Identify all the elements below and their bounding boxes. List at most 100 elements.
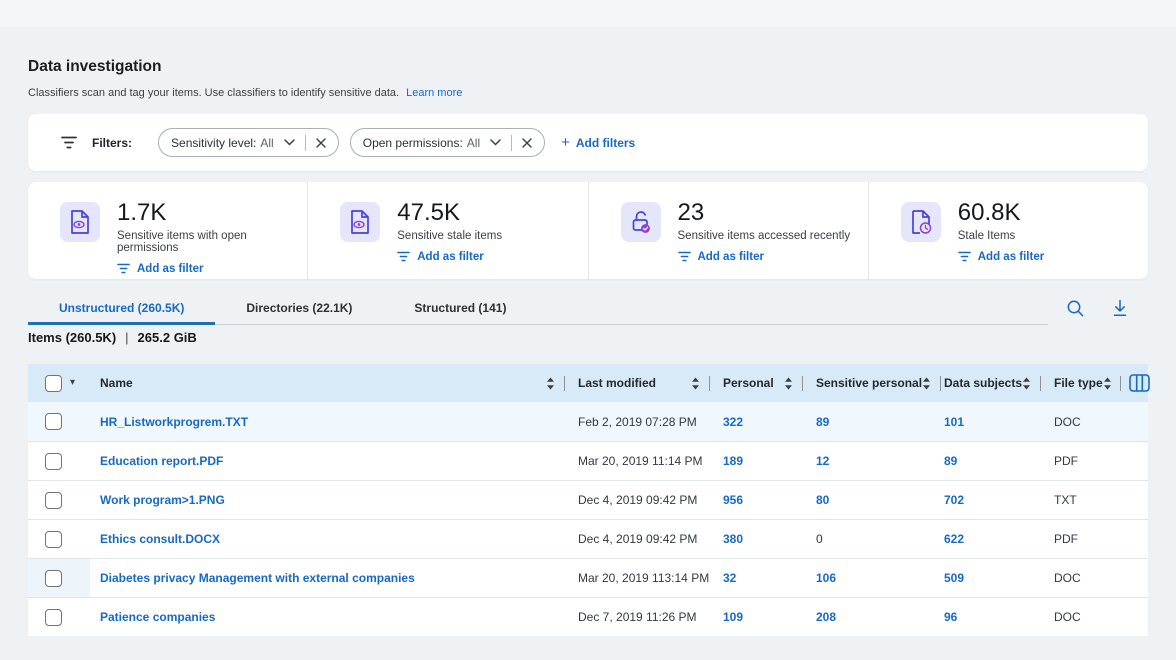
file-name-link[interactable]: Diabetes privacy Management with externa… bbox=[100, 571, 415, 585]
sensitive-personal-count-link: 0 bbox=[816, 532, 823, 546]
row-checkbox-cell bbox=[28, 402, 90, 441]
stat-value: 1.7K bbox=[117, 199, 307, 227]
add-as-filter-link[interactable]: Add as filter bbox=[678, 251, 764, 263]
filter-chips: Sensitivity level: All Open permissions:… bbox=[158, 128, 545, 157]
sensitive-personal-count-link[interactable]: 80 bbox=[816, 493, 829, 507]
select-all-checkbox[interactable] bbox=[45, 375, 62, 392]
column-divider bbox=[802, 376, 803, 391]
row-checkbox[interactable] bbox=[45, 492, 62, 509]
funnel-icon bbox=[117, 263, 130, 274]
funnel-icon bbox=[678, 251, 691, 262]
row-checkbox[interactable] bbox=[45, 609, 62, 626]
filter-chip-sensitivity-level[interactable]: Sensitivity level: All bbox=[158, 128, 339, 157]
stat-card-open-permissions: 1.7K Sensitive items with open permissio… bbox=[28, 182, 307, 279]
file-name-link[interactable]: Ethics consult.DOCX bbox=[100, 532, 220, 546]
search-icon[interactable] bbox=[1066, 299, 1084, 317]
summary-separator: | bbox=[125, 330, 128, 345]
stat-label: Stale Items bbox=[958, 230, 1044, 242]
sensitive-personal-count-link[interactable]: 106 bbox=[816, 571, 836, 585]
funnel-icon bbox=[61, 136, 77, 149]
data-subjects-cell: 96 bbox=[940, 598, 1050, 636]
personal-count-link[interactable]: 322 bbox=[723, 415, 743, 429]
file-name-link[interactable]: Patience companies bbox=[100, 610, 215, 624]
close-icon[interactable] bbox=[316, 138, 326, 148]
tab-structured[interactable]: Structured (141) bbox=[383, 294, 537, 325]
column-header-last-modified: Last modified bbox=[574, 364, 719, 402]
last-modified-cell: Feb 2, 2019 07:28 PM bbox=[574, 402, 719, 441]
data-subjects-count-link[interactable]: 622 bbox=[944, 532, 964, 546]
personal-count-link[interactable]: 380 bbox=[723, 532, 743, 546]
data-subjects-count-link[interactable]: 89 bbox=[944, 454, 957, 468]
row-checkbox-cell bbox=[28, 598, 90, 636]
last-modified-cell: Dec 4, 2019 09:42 PM bbox=[574, 481, 719, 519]
file-type-cell: DOC bbox=[1050, 598, 1148, 636]
file-name-link[interactable]: Work program>1.PNG bbox=[100, 493, 225, 507]
personal-count-link[interactable]: 32 bbox=[723, 571, 736, 585]
personal-count-link[interactable]: 956 bbox=[723, 493, 743, 507]
sensitive-personal-count-link[interactable]: 89 bbox=[816, 415, 829, 429]
sort-icon[interactable] bbox=[691, 377, 700, 390]
stat-label: Sensitive items with open permissions bbox=[117, 230, 307, 254]
name-cell: Patience companies bbox=[90, 598, 574, 636]
chevron-down-icon[interactable] bbox=[490, 139, 501, 146]
checkbox-menu-caret-icon[interactable]: ▾ bbox=[70, 378, 75, 388]
add-as-filter-link[interactable]: Add as filter bbox=[958, 251, 1044, 263]
stat-value: 23 bbox=[678, 199, 851, 227]
table-row: Education report.PDF Mar 20, 2019 11:14 … bbox=[28, 441, 1148, 480]
table-row: Ethics consult.DOCX Dec 4, 2019 09:42 PM… bbox=[28, 519, 1148, 558]
file-type-cell: DOC bbox=[1050, 402, 1148, 441]
name-cell: Education report.PDF bbox=[90, 442, 574, 480]
sort-icon[interactable] bbox=[1103, 377, 1112, 390]
data-subjects-cell: 101 bbox=[940, 402, 1050, 441]
download-icon[interactable] bbox=[1112, 299, 1128, 317]
personal-cell: 189 bbox=[719, 442, 812, 480]
row-checkbox[interactable] bbox=[45, 453, 62, 470]
sort-icon[interactable] bbox=[784, 377, 793, 390]
chevron-down-icon[interactable] bbox=[284, 139, 295, 146]
row-checkbox-cell bbox=[28, 481, 90, 519]
filter-chip-open-permissions[interactable]: Open permissions: All bbox=[350, 128, 545, 157]
data-subjects-count-link[interactable]: 101 bbox=[944, 415, 964, 429]
file-name-link[interactable]: Education report.PDF bbox=[100, 454, 223, 468]
filters-label: Filters: bbox=[92, 136, 132, 150]
row-checkbox[interactable] bbox=[45, 413, 62, 430]
columns-icon[interactable] bbox=[1129, 374, 1150, 392]
file-name-link[interactable]: HR_Listworkprogrem.TXT bbox=[100, 415, 248, 429]
add-as-filter-link[interactable]: Add as filter bbox=[117, 263, 203, 275]
page-subtitle: Classifiers scan and tag your items. Use… bbox=[28, 87, 462, 99]
tab-directories[interactable]: Directories (22.1K) bbox=[215, 294, 383, 325]
personal-cell: 322 bbox=[719, 402, 812, 441]
sensitive-personal-count-link[interactable]: 208 bbox=[816, 610, 836, 624]
table-body: HR_Listworkprogrem.TXT Feb 2, 2019 07:28… bbox=[28, 402, 1148, 636]
doc-clock-icon bbox=[901, 202, 941, 242]
learn-more-link[interactable]: Learn more bbox=[406, 87, 462, 99]
stat-card-stale-items: 60.8K Stale Items Add as filter bbox=[868, 182, 1148, 279]
close-icon[interactable] bbox=[522, 138, 532, 148]
add-filters-button[interactable]: + Add filters bbox=[561, 135, 635, 150]
sort-icon[interactable] bbox=[922, 377, 931, 390]
tab-unstructured[interactable]: Unstructured (260.5K) bbox=[28, 294, 215, 325]
sensitive-doc-icon bbox=[60, 202, 100, 242]
sensitive-personal-count-link[interactable]: 12 bbox=[816, 454, 829, 468]
filters-bar: Filters: Sensitivity level: All Open per… bbox=[28, 114, 1148, 171]
sensitive-personal-cell: 208 bbox=[812, 598, 940, 636]
row-checkbox-cell bbox=[28, 442, 90, 480]
data-subjects-count-link[interactable]: 702 bbox=[944, 493, 964, 507]
sensitive-personal-cell: 106 bbox=[812, 559, 940, 597]
last-modified-cell: Mar 20, 2019 113:14 PM bbox=[574, 559, 719, 597]
sort-icon[interactable] bbox=[546, 377, 555, 390]
row-checkbox[interactable] bbox=[45, 531, 62, 548]
personal-count-link[interactable]: 109 bbox=[723, 610, 743, 624]
row-checkbox[interactable] bbox=[45, 570, 62, 587]
stat-value: 47.5K bbox=[397, 199, 502, 227]
data-subjects-count-link[interactable]: 96 bbox=[944, 610, 957, 624]
file-type-cell: DOC bbox=[1050, 559, 1148, 597]
add-as-filter-link[interactable]: Add as filter bbox=[397, 251, 483, 263]
funnel-icon bbox=[397, 251, 410, 262]
page-title: Data investigation bbox=[28, 58, 162, 76]
filter-chip-name: Open permissions: bbox=[363, 136, 463, 150]
data-subjects-count-link[interactable]: 509 bbox=[944, 571, 964, 585]
personal-count-link[interactable]: 189 bbox=[723, 454, 743, 468]
sort-icon[interactable] bbox=[1022, 377, 1031, 390]
table-row: Diabetes privacy Management with externa… bbox=[28, 558, 1148, 597]
